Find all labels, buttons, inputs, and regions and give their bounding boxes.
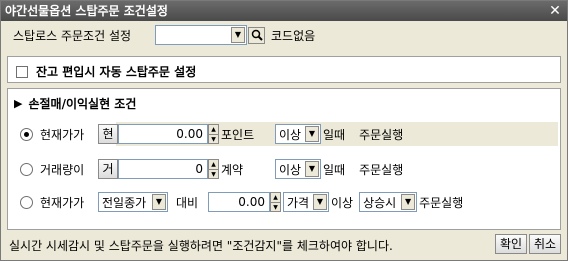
- chevron-down-icon[interactable]: ▼: [152, 194, 166, 210]
- triangle-right-icon: ▶: [14, 97, 23, 110]
- window-title: 야간선물옵션 스탑주문 조건설정: [5, 4, 168, 18]
- title-bar: 야간선물옵션 스탑주문 조건설정 ✕: [1, 1, 567, 21]
- cond3-spin[interactable]: ▲ ▼: [270, 192, 281, 212]
- footer-message: 실시간 시세감시 및 스탑주문을 실행하려면 "조건감지"를 체크하여야 합니다…: [9, 239, 393, 253]
- cond1-compare-value: 이상: [279, 127, 302, 142]
- section-title: 손절매/이익실현 조건: [28, 97, 137, 111]
- cond1-spin[interactable]: ▲ ▼: [208, 124, 219, 144]
- cond2-spin[interactable]: ▲ ▼: [208, 159, 219, 179]
- footer-buttons: 확인 취소: [495, 234, 561, 254]
- chevron-down-icon[interactable]: ▼: [305, 161, 319, 177]
- chevron-down-icon[interactable]: ▼: [401, 194, 416, 210]
- cond1-unit: 포인트: [221, 127, 255, 142]
- cond2-type-button[interactable]: 거: [98, 159, 118, 179]
- chevron-down-icon[interactable]: ▼: [231, 27, 245, 43]
- cond3-compare-label: 이상: [331, 195, 354, 210]
- spin-down-icon[interactable]: ▼: [209, 134, 218, 144]
- cond2-compare-select[interactable]: 이상 ▼: [275, 159, 321, 179]
- conditions-panel: ▶ 손절매/이익실현 조건 현재가가 현 0.00 ▲ ▼ 포인트 이상 ▼ 일때…: [7, 88, 561, 230]
- cond1-type-button[interactable]: 현: [98, 124, 118, 144]
- chevron-down-icon[interactable]: ▼: [305, 126, 319, 142]
- cond1-suffix: 일때: [323, 127, 346, 142]
- cond1-compare-select[interactable]: 이상 ▼: [275, 124, 321, 144]
- cond2-unit: 계약: [221, 162, 244, 177]
- cond3-base-select[interactable]: 전일종가 ▼: [98, 192, 168, 212]
- cond3-value-input[interactable]: 0.00: [208, 192, 270, 212]
- cond2-value-input[interactable]: 0: [118, 159, 208, 179]
- close-icon[interactable]: ✕: [547, 4, 563, 18]
- cond3-row: 현재가가 전일종가 ▼ 대비 0.00 ▲ ▼ 가격 ▼ 이상 상승시 ▼ 주문실…: [20, 192, 463, 212]
- cond2-label: 거래량이: [40, 162, 85, 177]
- cond2-suffix: 일때: [323, 162, 346, 177]
- spin-up-icon[interactable]: ▲: [209, 160, 218, 169]
- cond3-unit-value: 가격: [287, 195, 310, 210]
- cond2-row: 거래량이 거 0 ▲ ▼ 계약 이상 ▼ 일때 주문실행: [20, 159, 403, 179]
- code-row: 스탑로스 주문조건 설정 ▼ 코드없음: [13, 25, 315, 45]
- code-combo[interactable]: ▼: [155, 25, 247, 45]
- search-icon[interactable]: [248, 26, 265, 44]
- auto-stop-label[interactable]: 잔고 편입시 자동 스탑주문 설정: [36, 63, 196, 80]
- dialog-window: 야간선물옵션 스탑주문 조건설정 ✕ 스탑로스 주문조건 설정 ▼ 코드없음 잔…: [0, 0, 568, 261]
- cond3-radio[interactable]: [20, 195, 33, 209]
- cond2-compare-value: 이상: [279, 162, 302, 177]
- cond3-direction-select[interactable]: 상승시 ▼: [359, 192, 418, 212]
- cond2-action: 주문실행: [359, 162, 404, 177]
- cond1-action: 주문실행: [359, 127, 404, 142]
- cond1-value-input[interactable]: 0.00: [118, 124, 208, 144]
- cond1-label: 현재가가: [40, 127, 85, 142]
- stoploss-condition-label: 스탑로스 주문조건 설정: [13, 28, 132, 43]
- spin-up-icon[interactable]: ▲: [209, 125, 218, 134]
- radio-selected-dot: [24, 131, 29, 137]
- cond3-vs-label: 대비: [176, 195, 199, 210]
- cond3-unit-select[interactable]: 가격 ▼: [283, 192, 329, 212]
- cancel-button[interactable]: 취소: [529, 234, 561, 254]
- balance-panel: 잔고 편입시 자동 스탑주문 설정: [7, 56, 561, 83]
- cond3-direction-value: 상승시: [363, 195, 397, 210]
- spin-down-icon[interactable]: ▼: [271, 202, 280, 212]
- cond3-label: 현재가가: [40, 195, 85, 210]
- spin-down-icon[interactable]: ▼: [209, 169, 218, 179]
- ok-button[interactable]: 확인: [495, 234, 527, 254]
- cond1-row: 현재가가 현 0.00 ▲ ▼ 포인트 이상 ▼ 일때 주문실행: [20, 124, 403, 144]
- section-header: ▶ 손절매/이익실현 조건: [14, 95, 136, 112]
- spin-up-icon[interactable]: ▲: [271, 193, 280, 202]
- cond3-base-value: 전일종가: [102, 195, 147, 210]
- code-status: 코드없음: [271, 28, 316, 43]
- chevron-down-icon[interactable]: ▼: [313, 194, 327, 210]
- cond3-action: 주문실행: [419, 195, 464, 210]
- cond2-radio[interactable]: [20, 162, 33, 176]
- auto-stop-checkbox[interactable]: [16, 65, 28, 78]
- cond1-radio[interactable]: [20, 127, 33, 141]
- footer-message-row: 실시간 시세감시 및 스탑주문을 실행하려면 "조건감지"를 체크하여야 합니다…: [9, 237, 393, 254]
